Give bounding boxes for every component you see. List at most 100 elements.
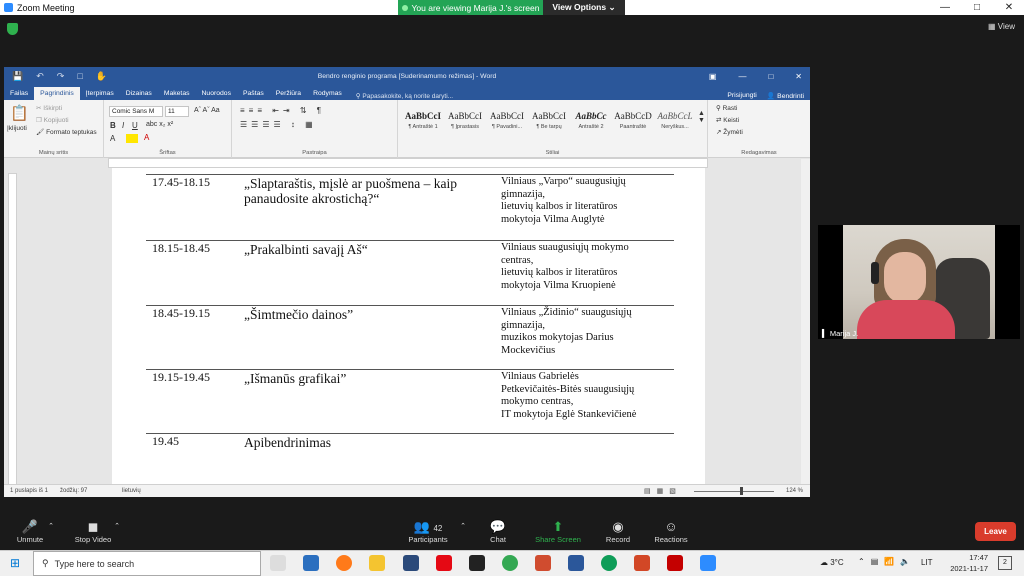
zoom-slider-thumb[interactable] <box>740 487 743 495</box>
style-name: Antraštė 2 <box>578 124 604 130</box>
windows-start-icon[interactable]: ⊞ <box>10 556 20 570</box>
view-mode-icons[interactable]: ▤▦▧ <box>644 487 682 495</box>
audio-options-caret[interactable]: ⌃ <box>46 522 56 530</box>
styles-scroll-icon[interactable]: ▲ ▼ <box>698 110 705 124</box>
word-close-icon[interactable]: ✕ <box>795 72 802 81</box>
tab-references[interactable]: Nuorodos <box>196 87 237 100</box>
calculator-icon[interactable] <box>535 555 551 571</box>
powerpoint-icon[interactable] <box>634 555 650 571</box>
acrobat-icon[interactable] <box>667 555 683 571</box>
file-explorer-icon[interactable] <box>369 555 385 571</box>
record-label: Record <box>605 535 631 544</box>
close-window-button[interactable]: ✕ <box>994 0 1024 15</box>
edge-icon[interactable] <box>601 555 617 571</box>
horizontal-ruler[interactable] <box>108 158 708 168</box>
notifications-button[interactable]: 2 <box>998 556 1012 570</box>
italic-button[interactable]: I <box>122 121 124 130</box>
ribbon-display-icon[interactable]: ▣ <box>709 72 717 81</box>
proofing-language[interactable]: lietuvių <box>122 488 141 494</box>
word-minimize-icon[interactable]: — <box>738 72 746 81</box>
page-count[interactable]: 1 puslapis iš 1 <box>10 488 48 494</box>
style-heading-1[interactable]: AaBbCcI ¶ Antraštė 1 <box>402 108 444 138</box>
style-subtle-emphasis[interactable]: AaBbCcL Neryškus... <box>654 108 696 138</box>
zoom-taskbar-icon[interactable] <box>700 555 716 571</box>
schedule-row: 19.15-19.45 „Išmanūs grafikai” Vilniaus … <box>146 369 674 433</box>
share-label: Bendrinti <box>777 93 804 100</box>
zoom-slider[interactable] <box>694 491 774 492</box>
signal-bars-icon: ▍ <box>822 329 828 338</box>
video-person-body <box>857 300 955 339</box>
grow-shrink-font[interactable]: Aˆ Aˇ Aa <box>194 107 220 114</box>
strikethrough-button[interactable]: abc x₂ x² <box>146 121 173 128</box>
tab-review[interactable]: Peržiūra <box>270 87 307 100</box>
taskbar-clock[interactable]: 17:47 2021-11-17 <box>944 552 988 574</box>
share-button[interactable]: 👤 Bendrinti <box>767 92 804 100</box>
encryption-shield-icon[interactable] <box>7 23 18 35</box>
reactions-button[interactable]: ☺ Reactions <box>641 518 701 544</box>
word-restore-icon[interactable]: □ <box>768 72 773 81</box>
participants-options-caret[interactable]: ⌃ <box>458 522 468 530</box>
font-name-select[interactable]: Comic Sans M <box>109 106 163 117</box>
netflix-icon[interactable] <box>436 555 452 571</box>
stop-video-label: Stop Video <box>74 535 112 544</box>
alignment-buttons[interactable]: ☰☰☰☰ ↕ ▦ <box>240 120 317 129</box>
weather-widget[interactable]: ☁ 3°C <box>820 558 844 567</box>
tab-file[interactable]: Failas <box>4 87 34 100</box>
font-color-button[interactable]: A <box>144 133 149 142</box>
photos-app-icon[interactable] <box>303 555 319 571</box>
text-effects-button[interactable]: A <box>110 134 115 143</box>
style-no-spacing[interactable]: AaBbCcI ¶ Be tarpų <box>528 108 570 138</box>
view-options-button[interactable]: View Options ⌄ <box>543 0 625 15</box>
style-title[interactable]: AaBbCcI ¶ Pavadini... <box>486 108 528 138</box>
highlight-icon[interactable] <box>126 134 138 143</box>
underline-button[interactable]: U <box>132 121 138 130</box>
firefox-icon[interactable] <box>336 555 352 571</box>
tab-view[interactable]: Rodymas <box>307 87 348 100</box>
style-subtitle[interactable]: AaBbCcD Paantraštė <box>612 108 654 138</box>
taskbar-search-box[interactable]: ⚲ Type here to search <box>33 551 261 576</box>
list-buttons[interactable]: ≡≡≡ ⇤⇥ ⇅ ¶ <box>240 106 325 115</box>
tab-layout[interactable]: Maketas <box>158 87 196 100</box>
participants-button[interactable]: 👥 42 Participants <box>398 518 458 544</box>
view-layout-button[interactable]: ▦ View <box>988 22 1015 31</box>
format-painter-button[interactable]: 🖌 Formato teptukas <box>36 128 97 136</box>
sign-in-link[interactable]: Prisijungti <box>727 92 756 100</box>
zoom-level[interactable]: 124 % <box>786 488 803 494</box>
tab-home[interactable]: Pagrindinis <box>34 87 80 100</box>
record-button[interactable]: ◉ Record <box>588 518 648 544</box>
select-button[interactable]: ↗ Žymėti <box>716 128 743 136</box>
org-line: mokymo centras, <box>501 396 574 407</box>
share-screen-button[interactable]: ⬆ Share Screen <box>528 518 588 544</box>
task-view-icon[interactable] <box>270 555 286 571</box>
chrome-icon[interactable] <box>502 555 518 571</box>
find-button[interactable]: ⚲ Rasti <box>716 104 737 112</box>
paste-icon[interactable]: 📋 <box>10 104 29 122</box>
word-taskbar-icon[interactable] <box>568 555 584 571</box>
chat-button[interactable]: 💬 Chat <box>468 518 528 544</box>
tray-icons[interactable]: ⌃▤📶🔈 <box>858 557 916 566</box>
copy-button[interactable]: ❐ Kopijuoti <box>36 116 69 124</box>
style-heading-2[interactable]: AaBbCc Antraštė 2 <box>570 108 612 138</box>
style-normal[interactable]: AaBbCcI ¶ Įprastasis <box>444 108 486 138</box>
media-app-icon[interactable] <box>469 555 485 571</box>
word-count[interactable]: žodžių: 97 <box>60 488 87 494</box>
minimize-button[interactable]: — <box>930 0 960 15</box>
maximize-button[interactable]: □ <box>962 0 992 15</box>
font-size-select[interactable]: 11 <box>165 106 189 117</box>
row-time: 17.45-18.15 <box>152 175 210 189</box>
tab-design[interactable]: Dizainas <box>120 87 158 100</box>
tell-me-box[interactable]: ⚲ Papasakokite, ką norite daryti... <box>356 92 453 100</box>
tab-insert[interactable]: Įterpimas <box>80 87 120 100</box>
input-language[interactable]: LIT <box>921 558 933 567</box>
tab-mailings[interactable]: Paštas <box>237 87 270 100</box>
paste-button[interactable]: Įklijuoti <box>7 125 27 132</box>
cut-button[interactable]: ✂ Iškirpti <box>36 104 62 112</box>
b-app-icon[interactable] <box>403 555 419 571</box>
bold-button[interactable]: B <box>110 121 116 130</box>
leave-button[interactable]: Leave <box>975 522 1016 541</box>
document-page[interactable]: 17.45-18.15 „Slaptaraštis, mįslė ar puoš… <box>112 168 705 485</box>
vertical-ruler[interactable] <box>8 173 17 485</box>
replace-button[interactable]: ⇄ Keisti <box>716 116 739 124</box>
video-options-caret[interactable]: ⌃ <box>112 522 122 530</box>
vertical-scrollbar[interactable] <box>801 159 810 484</box>
